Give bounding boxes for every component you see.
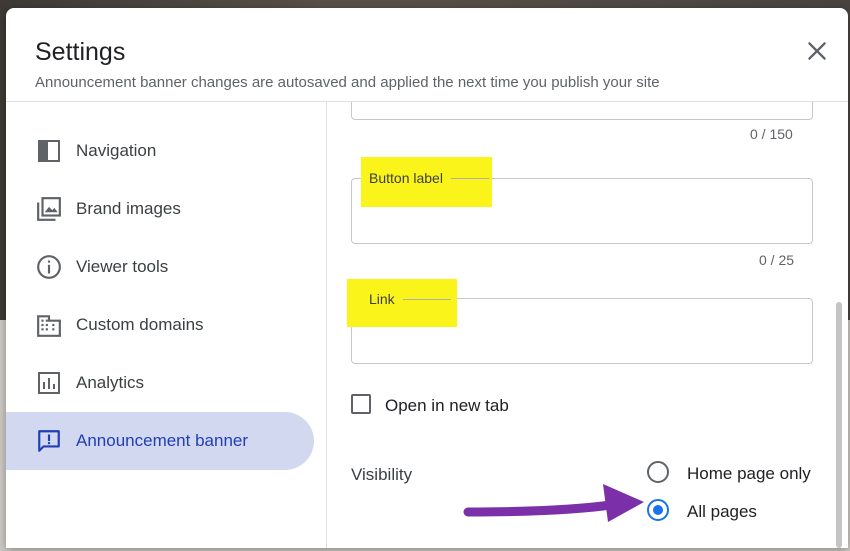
sidebar-item-label: Brand images xyxy=(76,199,181,218)
settings-dialog: Settings Announcement banner changes are… xyxy=(6,8,848,548)
dialog-subtitle: Announcement banner changes are autosave… xyxy=(35,74,660,91)
radio-home-page-only[interactable] xyxy=(647,461,669,483)
message-field[interactable] xyxy=(351,102,813,120)
domain-icon xyxy=(36,312,62,338)
sidebar: Navigation Brand images Viewer tools Cus… xyxy=(6,102,326,548)
sidebar-item-label: Navigation xyxy=(76,141,157,160)
highlight-link xyxy=(347,279,457,327)
info-icon xyxy=(36,254,62,280)
radio-all-pages[interactable] xyxy=(647,499,669,521)
scrollbar[interactable] xyxy=(834,102,844,548)
sidebar-item-custom-domains[interactable]: Custom domains xyxy=(6,296,314,354)
navigation-icon xyxy=(36,138,62,164)
label-notch-line xyxy=(451,178,489,179)
brand-images-icon xyxy=(36,196,62,222)
sidebar-item-label: Custom domains xyxy=(76,315,204,334)
label-notch-line xyxy=(403,299,451,300)
close-button[interactable] xyxy=(804,38,830,64)
sidebar-item-label: Analytics xyxy=(76,373,145,392)
radio-label-all-pages: All pages xyxy=(687,502,757,521)
close-icon xyxy=(808,42,826,60)
button-label-label: Button label xyxy=(369,170,443,186)
sidebar-item-label: Viewer tools xyxy=(76,257,169,276)
open-in-new-tab-label: Open in new tab xyxy=(385,396,509,415)
sidebar-item-viewer-tools[interactable]: Viewer tools xyxy=(6,238,314,296)
message-counter: 0 / 150 xyxy=(750,126,793,142)
sidebar-item-navigation[interactable]: Navigation xyxy=(6,122,314,180)
sidebar-item-label: Announcement banner xyxy=(76,431,249,450)
sidebar-item-announcement-banner[interactable]: Announcement banner xyxy=(6,412,314,470)
sidebar-item-analytics[interactable]: Analytics xyxy=(6,354,314,412)
link-label: Link xyxy=(369,291,395,307)
button-label-counter: 0 / 25 xyxy=(759,252,795,268)
visibility-label: Visibility xyxy=(351,465,413,484)
announcement-form: 0 / 150 Button label 0 / 25 Link Open in… xyxy=(327,102,848,548)
announcement-icon xyxy=(36,428,62,454)
radio-label-home-page-only: Home page only xyxy=(687,464,811,483)
open-in-new-tab-checkbox[interactable] xyxy=(351,394,371,414)
analytics-icon xyxy=(36,370,62,396)
scrollbar-thumb[interactable] xyxy=(836,302,842,548)
sidebar-item-brand-images[interactable]: Brand images xyxy=(6,180,314,238)
dialog-title: Settings xyxy=(35,38,126,66)
